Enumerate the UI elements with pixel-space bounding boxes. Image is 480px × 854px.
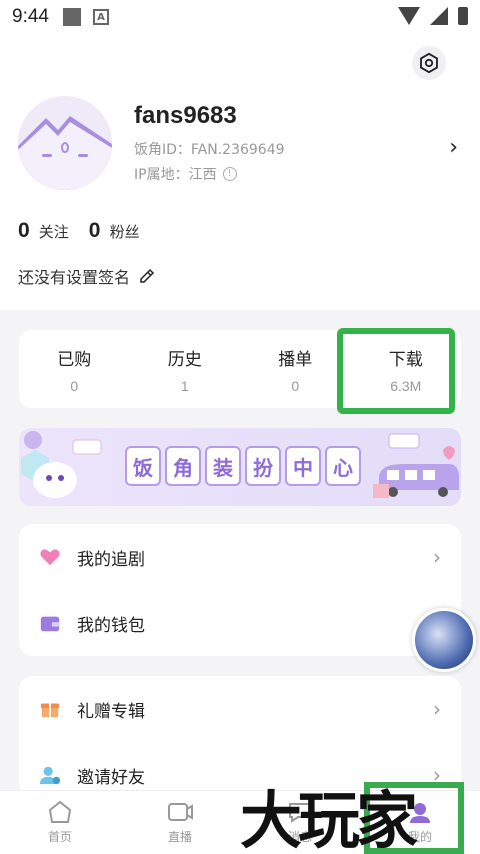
banner-char: 饭 [125,446,161,486]
status-time: 9:44 [12,6,49,27]
menu-item-gift-album[interactable]: 礼赠专辑 › [19,676,461,742]
menu-card-primary: 我的追剧 › 我的钱包 [19,524,461,656]
stat-purchased[interactable]: 已购 0 [19,330,130,408]
dressup-center-banner[interactable]: 饭 角 装 扮 中 心 [19,428,461,506]
nav-label: 消息 [287,830,312,844]
banner-char: 中 [285,446,321,486]
floating-avatar-button[interactable] [412,608,476,672]
fans-label: 粉丝 [109,223,140,241]
wallet-icon [40,616,60,632]
menu-label: 我的钱包 [77,615,145,636]
username: fans9683 [134,102,237,129]
nav-messages[interactable]: 消息 [240,791,360,854]
menu-label: 我的追剧 [77,549,145,570]
nav-label: 首页 [47,830,72,844]
menu-item-my-dramas[interactable]: 我的追剧 › [19,524,461,590]
gear-icon [420,52,438,74]
app-notification-icon: A [92,9,109,25]
following-label: 关注 [38,223,69,241]
banner-char: 角 [165,446,201,486]
banner-title: 饭 角 装 扮 中 心 [125,446,361,486]
nav-home[interactable]: 首页 [0,791,120,854]
wifi-icon [398,7,420,25]
settings-button[interactable] [412,46,446,80]
chevron-right-icon: › [433,545,441,569]
stat-value: 1 [180,377,189,394]
signature-row[interactable]: 还没有设置签名 [18,264,156,288]
live-icon [168,803,193,821]
menu-item-wallet[interactable]: 我的钱包 [19,590,461,656]
stat-download[interactable]: 下载 6.3M [351,330,462,408]
stat-label: 历史 [167,349,202,370]
info-icon[interactable]: ! [222,167,237,181]
gift-icon [40,703,60,718]
stat-playlist[interactable]: 播单 0 [240,330,351,408]
stat-history[interactable]: 历史 1 [130,330,241,408]
status-bar: 9:44 A [0,0,480,34]
ip-location-text: IP属地：江西 [134,167,217,183]
stat-value: 0 [291,377,300,394]
fans-count: 0 [88,219,101,242]
stat-label: 下载 [388,349,423,370]
menu-label: 礼赠专辑 [77,701,145,722]
chevron-right-icon: › [433,697,441,721]
profile-chevron-right-icon[interactable]: › [449,135,458,160]
follow-stats: 0 关注 0 粉丝 [18,219,140,243]
nav-live[interactable]: 直播 [120,791,240,854]
notification-icon [62,8,81,26]
home-icon [48,800,72,823]
message-icon [289,803,311,823]
stat-label: 已购 [57,349,92,370]
edit-pencil-icon [140,268,155,283]
menu-card-secondary: 礼赠专辑 › 邀请好友 › [19,676,461,796]
following-count: 0 [18,219,30,242]
banner-char: 扮 [245,446,281,486]
stat-value: 6.3M [390,377,422,394]
stats-card: 已购 0 历史 1 播单 0 下载 6.3M [19,330,461,408]
menu-label: 邀请好友 [77,767,145,788]
avatar-mountain-icon [18,96,112,190]
fans-stat[interactable]: 0 粉丝 [89,219,140,243]
stat-label: 播单 [278,349,313,370]
signature-text: 还没有设置签名 [18,268,131,287]
following-stat[interactable]: 0 关注 [18,219,69,243]
banner-char: 心 [325,446,361,486]
battery-icon [458,7,468,25]
stat-value: 0 [70,377,79,394]
avatar[interactable] [18,96,112,190]
nav-label: 直播 [167,830,192,844]
banner-char: 装 [205,446,241,486]
heart-icon [40,549,60,566]
invite-user-icon [39,766,61,785]
signal-icon [430,7,448,25]
ip-location: IP属地：江西 ! [134,164,237,184]
nav-me-highlight [364,782,464,854]
user-id: 饭角ID：FAN.2369649 [134,142,285,158]
